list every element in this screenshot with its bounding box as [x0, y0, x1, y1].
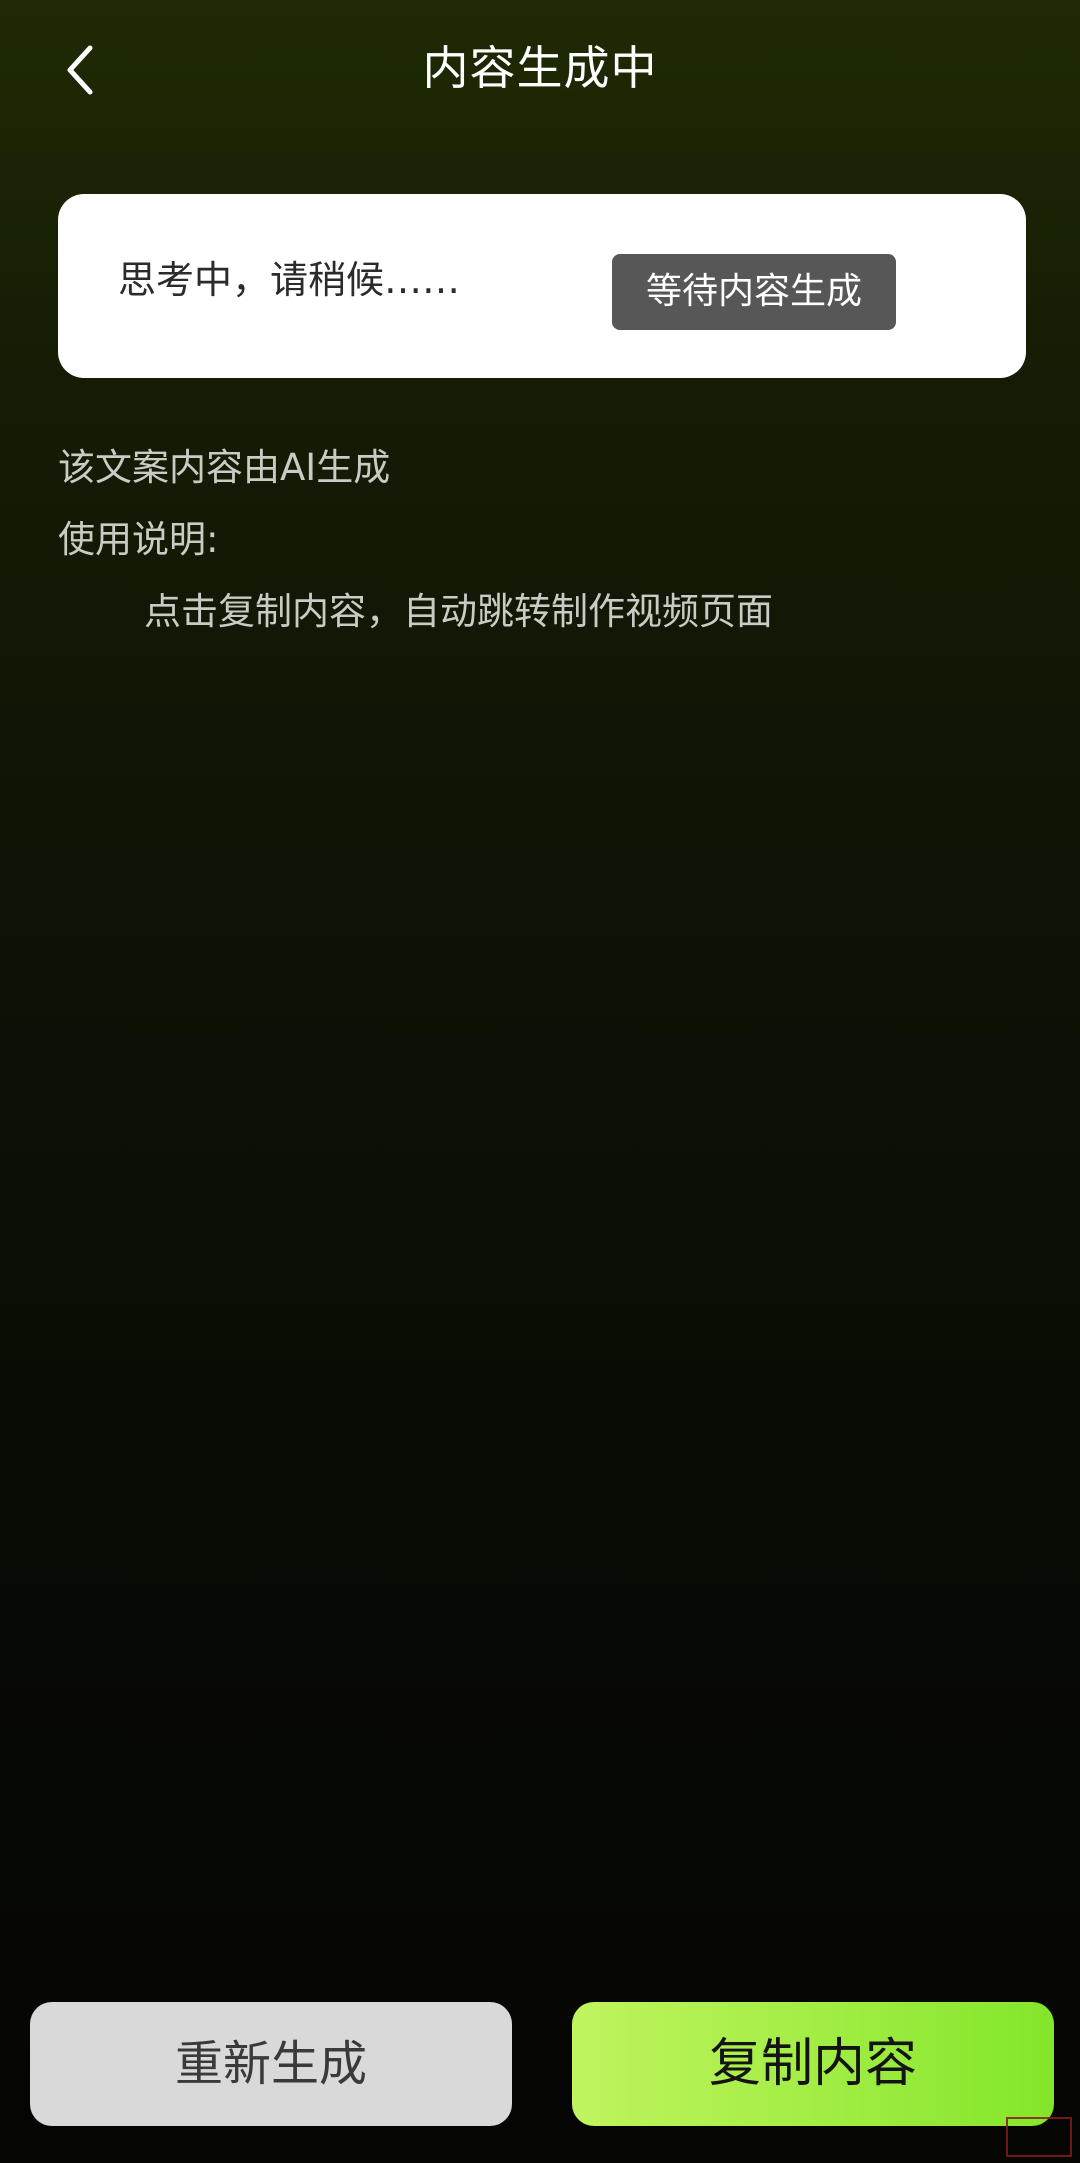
ai-disclaimer: 该文案内容由AI生成: [58, 446, 391, 489]
corner-watermark-logo: [1006, 2117, 1072, 2157]
regenerate-button[interactable]: 重新生成: [30, 2002, 512, 2126]
info-section: 该文案内容由AI生成 使用说明: 点击复制内容，自动跳转制作视频页面: [58, 442, 1018, 658]
top-bar: 内容生成中: [0, 0, 1080, 136]
page-title: 内容生成中: [422, 41, 658, 95]
wait-generation-button[interactable]: 等待内容生成: [612, 254, 896, 330]
status-card: 思考中，请稍候…… 等待内容生成: [58, 194, 1026, 378]
copy-content-button[interactable]: 复制内容: [572, 2002, 1054, 2126]
status-text: 思考中，请稍候……: [118, 258, 461, 302]
usage-title: 使用说明:: [58, 518, 219, 561]
usage-detail: 点击复制内容，自动跳转制作视频页面: [144, 590, 773, 633]
action-bar: 重新生成 复制内容: [0, 2002, 1080, 2128]
